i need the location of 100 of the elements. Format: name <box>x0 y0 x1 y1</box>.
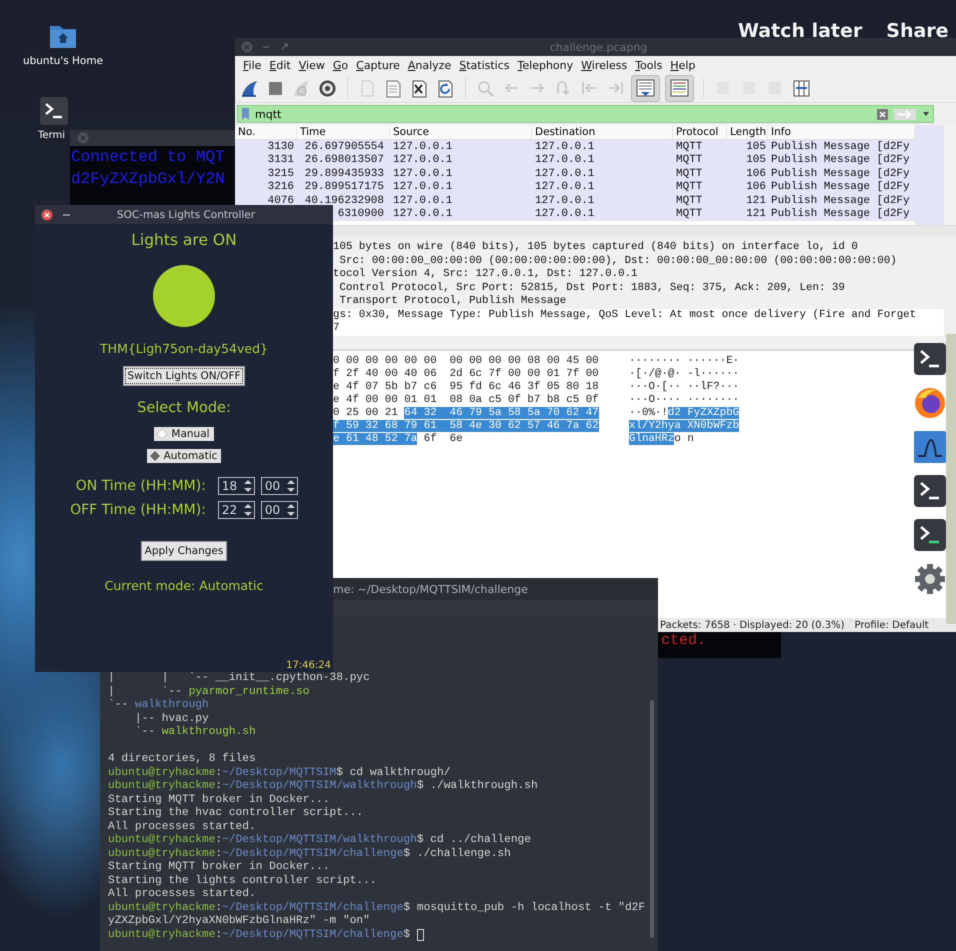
settings-icon[interactable] <box>913 562 947 596</box>
menu-item[interactable]: Edit <box>265 58 295 72</box>
table-cell-text: 105 <box>745 140 767 153</box>
filter-field[interactable]: mqtt <box>237 105 934 123</box>
wave-graph-icon[interactable] <box>913 430 947 464</box>
scrollbar[interactable] <box>915 125 956 225</box>
terminal-line: | `-- pyarmor_runtime.so <box>108 686 310 698</box>
detail-row[interactable]: gs: 0x30, Message Type: Publish Message, QoS Level: At most once delivery (Fire and Forget <box>333 308 944 322</box>
table-cell-text: 127.0.0.1 <box>534 140 596 153</box>
table-cell-text: Publish Message [d2Fy <box>770 154 911 166</box>
column-header[interactable]: Length <box>727 126 768 138</box>
menu-item[interactable]: Statistics <box>455 58 514 72</box>
table-cell-text: MQTT <box>675 154 704 166</box>
terminal-line: Starting the lights controller script... <box>108 874 377 888</box>
menu-item[interactable]: Analyze <box>404 58 456 72</box>
table-cell-text: MQTT <box>675 140 704 153</box>
menu-item[interactable]: Tools <box>631 58 666 72</box>
radio-button[interactable]: Manual <box>154 427 214 441</box>
column-header[interactable]: Time <box>297 126 390 138</box>
clock-text: 17:46:24 <box>286 660 331 671</box>
ascii-text: ··0%·!d2 FyZXZpbG <box>629 407 740 420</box>
table-cell-text: 127.0.0.1 <box>392 168 454 180</box>
menu-item[interactable]: Go <box>328 58 352 72</box>
status-text: Lights are ON <box>131 231 237 251</box>
hex-bytes: e 4f 07 5b b7 c6 95 fd 6c 46 3f 05 80 18 <box>333 381 600 394</box>
browser-icon[interactable] <box>913 386 947 420</box>
section-heading: Select Mode: <box>137 400 231 416</box>
menu-item[interactable]: Help <box>666 58 700 72</box>
table-cell-text: 127.0.0.1 <box>534 181 596 194</box>
column-header[interactable]: Destination <box>532 126 673 138</box>
field-label: OFF Time (HH:MM): <box>70 502 206 518</box>
packet-row[interactable]: 3131 26.698013507 127.0.0.1 127.0.0.1 MQTT 105 Publish Message [d2Fy <box>235 154 915 167</box>
packet-row[interactable]: 3215 29.899435933 127.0.0.1 127.0.0.1 MQTT 106 Publish Message [d2Fy <box>235 167 915 180</box>
terminal-line: ubuntu@tryhackme:~/Desktop/MQTTSIM/walkthrough$ ./walkthrough.sh <box>108 780 538 794</box>
overlay-button[interactable]: Watch later <box>738 20 862 42</box>
terminal-line: ubuntu@tryhackme:~/Desktop/MQTTSIM$ cd walkthrough/ <box>108 766 450 780</box>
packet-row[interactable]: 4076 40.196232908 127.0.0.1 127.0.0.1 MQTT 121 Publish Message [d2Fy <box>235 194 915 208</box>
detail-row[interactable]: Src: 00:00:00_00:00:00 (00:00:00:00:00:00), Dst: 00:00:00_00:00:00 (00:00:00:00:00:00) <box>333 254 944 268</box>
terminal-icon[interactable] <box>913 342 947 376</box>
table-cell-text: Publish Message [d2Fy <box>770 140 911 153</box>
menu-item[interactable]: File <box>239 58 266 72</box>
table-cell-text: Publish Message [d2Fy <box>770 208 911 220</box>
spin-arrows-icon[interactable] <box>284 502 297 518</box>
radio-indicator-icon[interactable] <box>148 450 161 462</box>
terminal-icon[interactable] <box>913 474 947 508</box>
packet-row[interactable]: 3130 26.697905554 127.0.0.1 127.0.0.1 MQTT 105 Publish Message [d2Fy <box>235 140 915 154</box>
colored-lines-icon[interactable] <box>669 78 690 98</box>
column-header[interactable]: No. <box>235 126 297 138</box>
spin-arrows-icon[interactable] <box>242 478 254 494</box>
detail-row[interactable]: 7 <box>333 322 944 336</box>
scrollbar[interactable] <box>650 700 654 938</box>
radio-indicator-icon[interactable] <box>156 428 168 440</box>
spin-box[interactable]: 22 <box>218 501 255 519</box>
terminal-line: Connected to MQT <box>70 147 226 168</box>
toggle-button[interactable] <box>665 74 694 102</box>
hex-bytes: e 61 48 52 7a 6f 6e <box>333 433 464 446</box>
spin-box[interactable]: 00 <box>260 477 298 495</box>
field-label: ON Time (HH:MM): <box>76 478 206 494</box>
menu-item[interactable]: Wireless <box>577 58 632 72</box>
spin-arrows-icon[interactable] <box>242 502 254 518</box>
clear-icon[interactable] <box>876 108 889 120</box>
spin-arrows-icon[interactable] <box>284 478 297 494</box>
table-cell-text: 26.698013507 <box>304 154 385 166</box>
packet-row[interactable]: 3216 29.899517175 127.0.0.1 127.0.0.1 MQTT 106 Publish Message [d2Fy <box>235 180 915 194</box>
table-cell-text: 121 <box>745 194 767 207</box>
radio-button[interactable]: Automatic <box>146 449 222 463</box>
detail-row[interactable]: Control Protocol, Src Port: 52815, Dst Port: 1883, Seq: 375, Ack: 209, Len: 39 <box>333 282 944 295</box>
menu-item[interactable]: View <box>294 58 329 72</box>
toggle-button[interactable]: Switch Lights ON/OFF <box>123 366 245 386</box>
toggle-button[interactable] <box>631 74 660 102</box>
table-cell-text: 3130 <box>266 140 295 153</box>
terminal-line: `-- walkthrough <box>108 699 209 712</box>
ascii-text: ········ ······E· <box>629 355 740 368</box>
column-header[interactable]: Protocol <box>673 126 727 138</box>
terminal-icon[interactable] <box>913 518 947 552</box>
table-cell-text: 127.0.0.1 <box>392 208 454 220</box>
gear-icon[interactable] <box>317 78 338 98</box>
column-header[interactable]: Source <box>390 126 532 138</box>
terminal-line: Starting MQTT broker in Docker... <box>108 794 330 806</box>
icon-label[interactable]: Termi <box>38 130 66 141</box>
detail-row[interactable]: 105 bytes on wire (840 bits), 105 bytes captured (840 bits) on interface lo, id 0 <box>333 241 944 254</box>
table-cell-text: MQTT <box>675 208 704 220</box>
icon-label[interactable]: ubuntu's Home <box>22 55 104 67</box>
terminal-icon[interactable] <box>38 95 70 127</box>
detail-row[interactable]: tocol Version 4, Src: 127.0.0.1, Dst: 127.0.0.1 <box>333 268 944 282</box>
detail-row[interactable]: Transport Protocol, Publish Message <box>333 295 944 308</box>
resize-columns-icon[interactable] <box>791 78 812 98</box>
spin-box[interactable]: 00 <box>260 501 298 519</box>
menu-item[interactable]: Telephony <box>514 58 578 72</box>
overlay-button[interactable]: Share <box>886 20 949 42</box>
status-text[interactable]: Profile: Default <box>854 620 929 630</box>
table-cell-text: 4076 <box>266 194 295 207</box>
hex-bytes: f 59 32 68 79 61 58 4e 30 62 57 46 7a 62 <box>333 420 600 433</box>
close-icon[interactable] <box>41 208 53 220</box>
flag-text: THM{Ligh75on-day54ved} <box>100 341 268 356</box>
apply-button[interactable]: Apply Changes <box>140 541 228 561</box>
terminal-line: 4 directories, 8 files <box>108 753 256 766</box>
auto-scroll-icon[interactable] <box>635 78 656 98</box>
menu-item[interactable]: Capture <box>352 58 404 72</box>
spin-box[interactable]: 18 <box>218 477 255 495</box>
